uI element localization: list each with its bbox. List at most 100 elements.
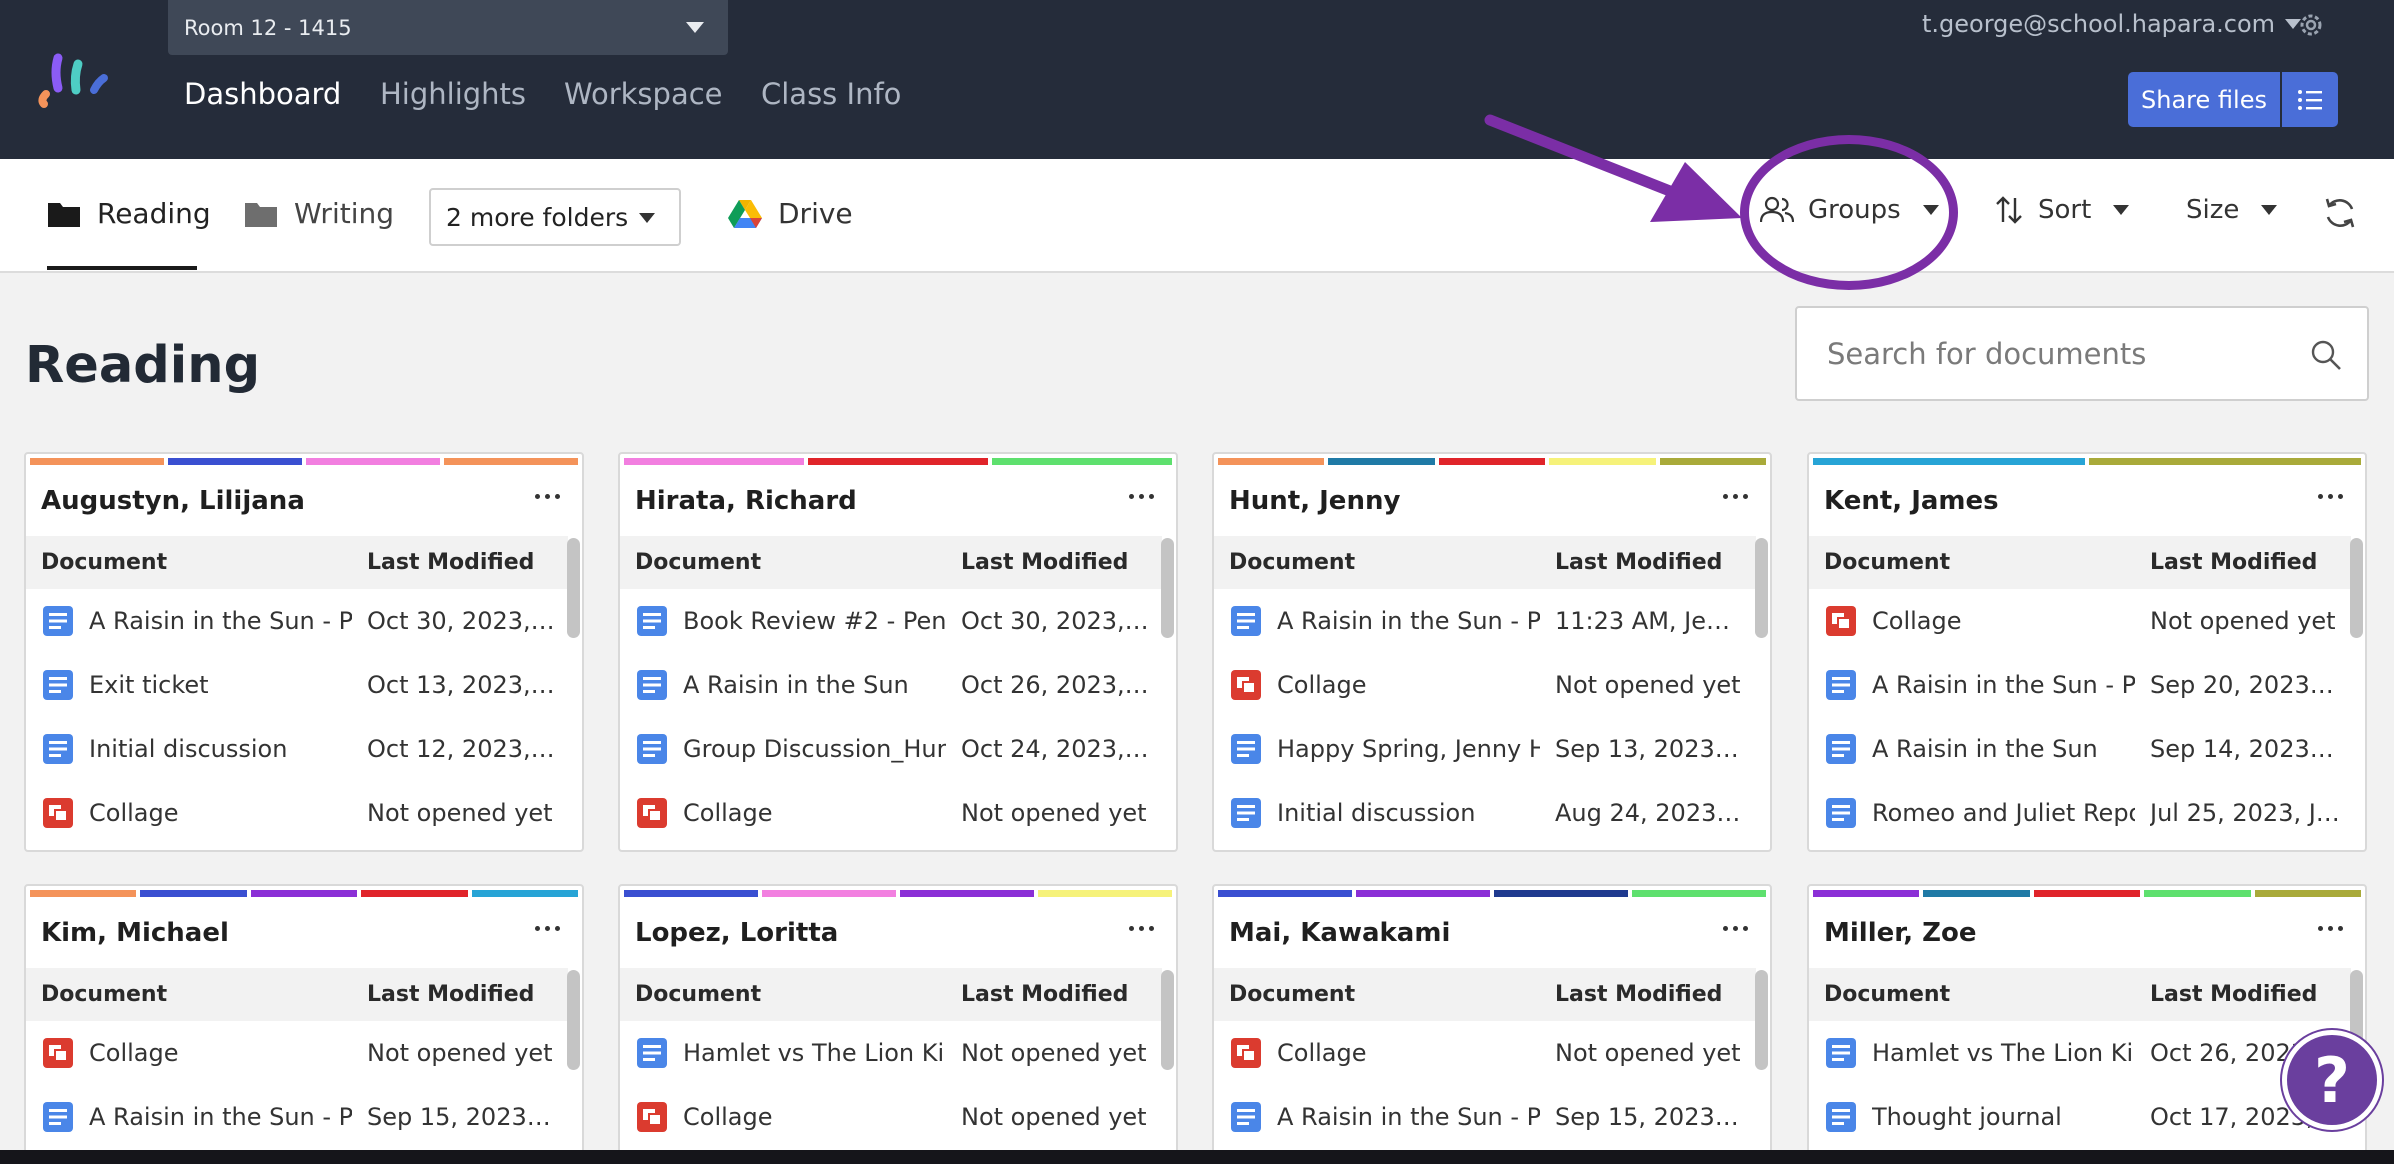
- card-scrollbar[interactable]: [1161, 538, 1174, 638]
- document-row[interactable]: Hamlet vs The Lion King Not opened yet: [620, 1021, 1162, 1085]
- room-select[interactable]: Room 12 - 1415: [168, 0, 728, 55]
- document-row[interactable]: Book Review #2 - Pengu Oct 30, 2023, ...: [620, 589, 1162, 653]
- student-name[interactable]: Miller, Zoe: [1824, 918, 1977, 948]
- document-row[interactable]: Group Discussion_Hung Oct 24, 2023, T...: [620, 717, 1162, 781]
- document-row[interactable]: Collage Not opened yet: [1214, 1021, 1756, 1085]
- group-stripe: [1038, 890, 1172, 897]
- document-name[interactable]: A Raisin in the Sun: [1872, 735, 2135, 763]
- document-row[interactable]: Collage Not opened yet: [26, 1021, 568, 1085]
- search-input[interactable]: [1827, 332, 2277, 376]
- document-row[interactable]: Initial discussion Oct 12, 2023, L...: [26, 717, 568, 781]
- document-name[interactable]: Initial discussion: [1277, 799, 1540, 827]
- search-box[interactable]: [1795, 306, 2369, 401]
- gear-icon[interactable]: [2296, 10, 2326, 40]
- sort-button[interactable]: Sort: [1994, 195, 2130, 225]
- more-options-icon[interactable]: [535, 494, 560, 499]
- student-name[interactable]: Lopez, Loritta: [635, 918, 838, 948]
- document-row[interactable]: A Raisin in the Sun - Per 11:23 AM, Jenn.…: [1214, 589, 1756, 653]
- document-row[interactable]: A Raisin in the Sun Oct 26, 2023, ...: [620, 653, 1162, 717]
- help-button[interactable]: ?: [2282, 1030, 2382, 1130]
- document-row[interactable]: Thought journal Oct 17, 2023, ...: [1809, 1085, 2351, 1149]
- student-name[interactable]: Kent, James: [1824, 486, 1999, 516]
- more-options-icon[interactable]: [1723, 926, 1748, 931]
- document-name[interactable]: Collage: [1277, 671, 1540, 699]
- document-name[interactable]: A Raisin in the Sun - Per: [1277, 607, 1540, 635]
- document-row[interactable]: A Raisin in the Sun - Per Sep 15, 2023, .…: [1214, 1085, 1756, 1149]
- tab-writing[interactable]: Writing: [244, 197, 394, 230]
- google-slides-icon: [636, 1101, 668, 1133]
- document-name[interactable]: Exit ticket: [89, 671, 352, 699]
- document-name[interactable]: Collage: [1277, 1039, 1540, 1067]
- tab-class-info[interactable]: Class Info: [761, 77, 901, 111]
- document-name[interactable]: Hamlet vs The Lion King: [683, 1039, 946, 1067]
- document-name[interactable]: Initial discussion: [89, 735, 352, 763]
- hapara-logo-icon[interactable]: [36, 48, 126, 114]
- document-name[interactable]: A Raisin in the Sun: [683, 671, 946, 699]
- document-name[interactable]: Book Review #2 - Pengu: [683, 607, 946, 635]
- document-name[interactable]: A Raisin in the Sun - Per: [1277, 1103, 1540, 1131]
- student-name[interactable]: Mai, Kawakami: [1229, 918, 1450, 948]
- card-scrollbar[interactable]: [1755, 970, 1768, 1070]
- document-row[interactable]: Collage Not opened yet: [1214, 653, 1756, 717]
- more-options-icon[interactable]: [1129, 926, 1154, 931]
- document-name[interactable]: Romeo and Juliet Repor: [1872, 799, 2135, 827]
- more-folders-dropdown[interactable]: 2 more folders: [429, 188, 681, 246]
- refresh-icon[interactable]: [2322, 195, 2358, 231]
- account-menu[interactable]: t.george@school.hapara.com: [1922, 10, 2302, 38]
- card-scrollbar[interactable]: [1161, 970, 1174, 1070]
- tab-highlights[interactable]: Highlights: [380, 77, 526, 111]
- card-scrollbar[interactable]: [567, 538, 580, 638]
- more-options-icon[interactable]: [2318, 494, 2343, 499]
- document-row[interactable]: Romeo and Juliet Repor Jul 25, 2023, Ja..…: [1809, 781, 2351, 845]
- room-select-label: Room 12 - 1415: [184, 15, 352, 40]
- document-last-modified: Sep 14, 2023, J...: [2150, 735, 2340, 763]
- document-name[interactable]: Collage: [89, 799, 352, 827]
- card-scrollbar[interactable]: [567, 970, 580, 1070]
- column-last-modified: Last Modified: [2150, 982, 2318, 1007]
- more-options-icon[interactable]: [1723, 494, 1748, 499]
- document-name[interactable]: Collage: [683, 1103, 946, 1131]
- document-row[interactable]: Collage Not opened yet: [26, 781, 568, 845]
- share-options-button[interactable]: [2282, 72, 2338, 127]
- document-row[interactable]: A Raisin in the Sun - Per Sep 20, 2023, J…: [1809, 653, 2351, 717]
- document-name[interactable]: Collage: [683, 799, 946, 827]
- document-row[interactable]: Collage Not opened yet: [620, 1085, 1162, 1149]
- card-scrollbar[interactable]: [1755, 538, 1768, 638]
- tab-workspace[interactable]: Workspace: [564, 77, 723, 111]
- document-row[interactable]: Happy Spring, Jenny Hu Sep 13, 2023, J...: [1214, 717, 1756, 781]
- document-row[interactable]: A Raisin in the Sun - Per Oct 30, 2023, L…: [26, 589, 568, 653]
- document-row[interactable]: Initial discussion Aug 24, 2023, J...: [1214, 781, 1756, 845]
- card-scrollbar[interactable]: [2350, 538, 2363, 638]
- more-options-icon[interactable]: [1129, 494, 1154, 499]
- tab-dashboard[interactable]: Dashboard: [184, 77, 341, 111]
- document-row[interactable]: Collage Not opened yet: [620, 781, 1162, 845]
- share-files-button[interactable]: Share files: [2128, 72, 2280, 127]
- google-doc-icon: [636, 1037, 668, 1069]
- document-name[interactable]: Happy Spring, Jenny Hu: [1277, 735, 1540, 763]
- student-name[interactable]: Hunt, Jenny: [1229, 486, 1400, 516]
- document-name[interactable]: Thought journal: [1872, 1103, 2135, 1131]
- student-name[interactable]: Kim, Michael: [41, 918, 229, 948]
- document-name[interactable]: Hamlet vs The Lion King: [1872, 1039, 2135, 1067]
- document-name[interactable]: Collage: [89, 1039, 352, 1067]
- google-slides-icon: [1825, 605, 1857, 637]
- document-row[interactable]: A Raisin in the Sun - Per Sep 15, 2023, .…: [26, 1085, 568, 1149]
- document-row[interactable]: Collage Not opened yet: [1809, 589, 2351, 653]
- document-name[interactable]: A Raisin in the Sun - Per: [89, 607, 352, 635]
- document-name[interactable]: Collage: [1872, 607, 2135, 635]
- document-name[interactable]: A Raisin in the Sun - Per: [1872, 671, 2135, 699]
- size-button[interactable]: Size: [2186, 195, 2278, 225]
- drive-button[interactable]: Drive: [728, 197, 853, 230]
- student-name[interactable]: Hirata, Richard: [635, 486, 857, 516]
- more-options-icon[interactable]: [2318, 926, 2343, 931]
- more-folders-label: 2 more folders: [446, 202, 629, 232]
- document-row[interactable]: A Raisin in the Sun Sep 14, 2023, J...: [1809, 717, 2351, 781]
- document-name[interactable]: A Raisin in the Sun - Per: [89, 1103, 352, 1131]
- tab-reading[interactable]: Reading: [47, 197, 211, 230]
- more-options-icon[interactable]: [535, 926, 560, 931]
- search-icon[interactable]: [2309, 338, 2343, 372]
- student-name[interactable]: Augustyn, Lilijana: [41, 486, 305, 516]
- document-row[interactable]: Exit ticket Oct 13, 2023, L...: [26, 653, 568, 717]
- document-name[interactable]: Group Discussion_Hung: [683, 735, 946, 763]
- document-row[interactable]: Hamlet vs The Lion King Oct 26, 2023: [1809, 1021, 2351, 1085]
